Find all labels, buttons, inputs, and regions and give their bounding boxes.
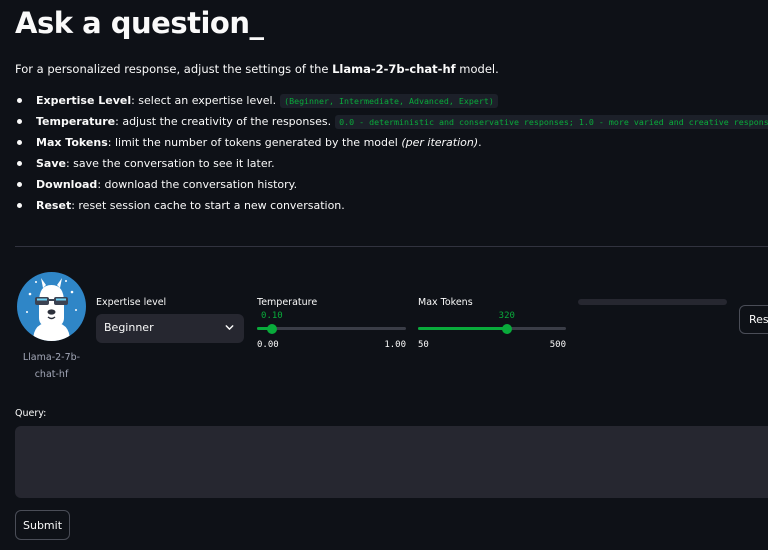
help-text: : limit the number of tokens generated b… — [107, 136, 402, 149]
max-tokens-slider-value: 320 — [498, 311, 515, 321]
expertise-label: Expertise level — [96, 297, 167, 308]
temperature-slider[interactable] — [257, 323, 406, 334]
query-input[interactable] — [15, 426, 768, 498]
app-page: Ask a question_ For a personalized respo… — [0, 0, 768, 550]
expertise-select-value: Beginner — [104, 321, 154, 334]
help-text: : adjust the creativity of the responses… — [115, 115, 332, 128]
query-label: Query: — [15, 408, 47, 419]
temperature-label: Temperature — [257, 297, 318, 308]
help-text: : select an expertise level. — [131, 94, 277, 107]
help-italic: (per iteration) — [401, 136, 479, 149]
max-tokens-slider-thumb[interactable] — [501, 323, 512, 334]
reset-button[interactable]: Reset — [739, 305, 768, 334]
max-tokens-slider-fill — [418, 327, 507, 330]
help-term: Expertise Level — [36, 94, 132, 107]
help-text: : reset session cache to start a new con… — [71, 199, 345, 212]
avatar-caption: Llama-2-7b-chat-hf — [22, 352, 81, 380]
help-after: . — [478, 136, 482, 149]
help-item-save: Save: save the conversation to see it la… — [15, 153, 768, 174]
max-tokens-max-label: 500 — [549, 340, 566, 350]
progress-bar — [578, 299, 727, 305]
help-term: Download — [36, 178, 98, 191]
intro-suffix: model. — [455, 62, 499, 76]
max-tokens-min-label: 50 — [418, 340, 429, 350]
expertise-select[interactable]: Beginner — [96, 314, 244, 343]
max-tokens-label: Max Tokens — [418, 297, 473, 308]
page-title: Ask a question_ — [15, 6, 264, 40]
help-item-expertise: Expertise Level: select an expertise lev… — [15, 90, 768, 111]
help-term: Save — [36, 157, 66, 170]
help-term: Max Tokens — [36, 136, 108, 149]
help-text: : download the conversation history. — [97, 178, 298, 191]
help-text: : save the conversation to see it later. — [65, 157, 275, 170]
intro-text: For a personalized response, adjust the … — [15, 62, 499, 76]
help-term: Temperature — [36, 115, 116, 128]
temperature-min-label: 0.00 — [257, 340, 279, 350]
help-item-temperature: Temperature: adjust the creativity of th… — [15, 111, 768, 132]
chevron-down-icon — [225, 325, 234, 330]
help-code: 0.0 - deterministic and conservative res… — [335, 115, 768, 129]
help-list: Expertise Level: select an expertise lev… — [15, 90, 768, 216]
submit-button[interactable]: Submit — [15, 510, 70, 540]
help-item-reset: Reset: reset session cache to start a ne… — [15, 195, 768, 216]
section-divider — [15, 246, 768, 247]
help-code: (Beginner, Intermediate, Advanced, Exper… — [280, 94, 498, 108]
help-term: Reset — [36, 199, 72, 212]
temperature-slider-value: 0.10 — [261, 311, 283, 321]
temperature-slider-thumb[interactable] — [266, 323, 277, 334]
llama-sunglasses-icon — [17, 272, 86, 341]
temperature-max-label: 1.00 — [384, 340, 406, 350]
intro-prefix: For a personalized response, adjust the … — [15, 62, 333, 76]
intro-model-name: Llama-2-7b-chat-hf — [332, 62, 456, 76]
help-item-max-tokens: Max Tokens: limit the number of tokens g… — [15, 132, 768, 153]
help-item-download: Download: download the conversation hist… — [15, 174, 768, 195]
max-tokens-slider[interactable] — [418, 323, 566, 334]
